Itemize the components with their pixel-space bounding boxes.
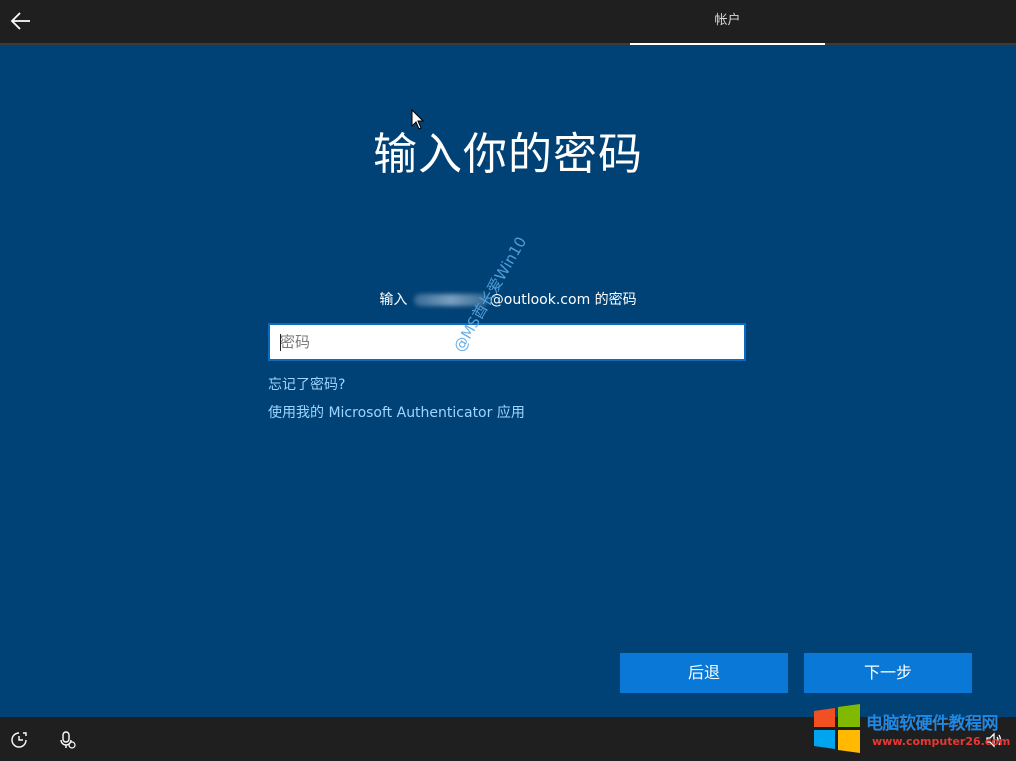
back-arrow-button[interactable] — [6, 6, 36, 36]
text-caret — [280, 334, 281, 351]
tab-account-label: 帐户 — [714, 13, 741, 28]
ease-of-access-icon[interactable] — [10, 731, 28, 749]
authenticator-app-link[interactable]: 使用我的 Microsoft Authenticator 应用 — [268, 402, 525, 422]
password-prompt: 输入 @outlook.com 的密码 — [0, 289, 1016, 309]
prompt-suffix: @outlook.com 的密码 — [489, 292, 637, 308]
main-content: 输入你的密码 输入 @outlook.com 的密码 @MS酋长爱Win10 忘… — [0, 45, 1016, 717]
logo-site-url: www.computer26.com — [872, 735, 1011, 748]
password-input[interactable] — [270, 325, 744, 359]
site-watermark-logo: 电脑软硬件教程网 www.computer26.com — [810, 701, 1016, 759]
back-button[interactable]: 后退 — [620, 653, 788, 693]
prompt-prefix: 输入 — [379, 292, 408, 308]
windows-logo-icon — [814, 704, 860, 753]
page-title: 输入你的密码 — [373, 129, 643, 180]
logo-site-name: 电脑软硬件教程网 — [866, 714, 999, 734]
top-bar: 帐户 — [0, 0, 1016, 45]
password-field[interactable] — [268, 323, 746, 361]
forgot-password-link[interactable]: 忘记了密码? — [268, 374, 345, 394]
next-button[interactable]: 下一步 — [804, 653, 972, 693]
microphone-icon[interactable] — [58, 731, 76, 749]
tab-account[interactable]: 帐户 — [630, 0, 825, 45]
back-arrow-icon — [10, 12, 30, 30]
